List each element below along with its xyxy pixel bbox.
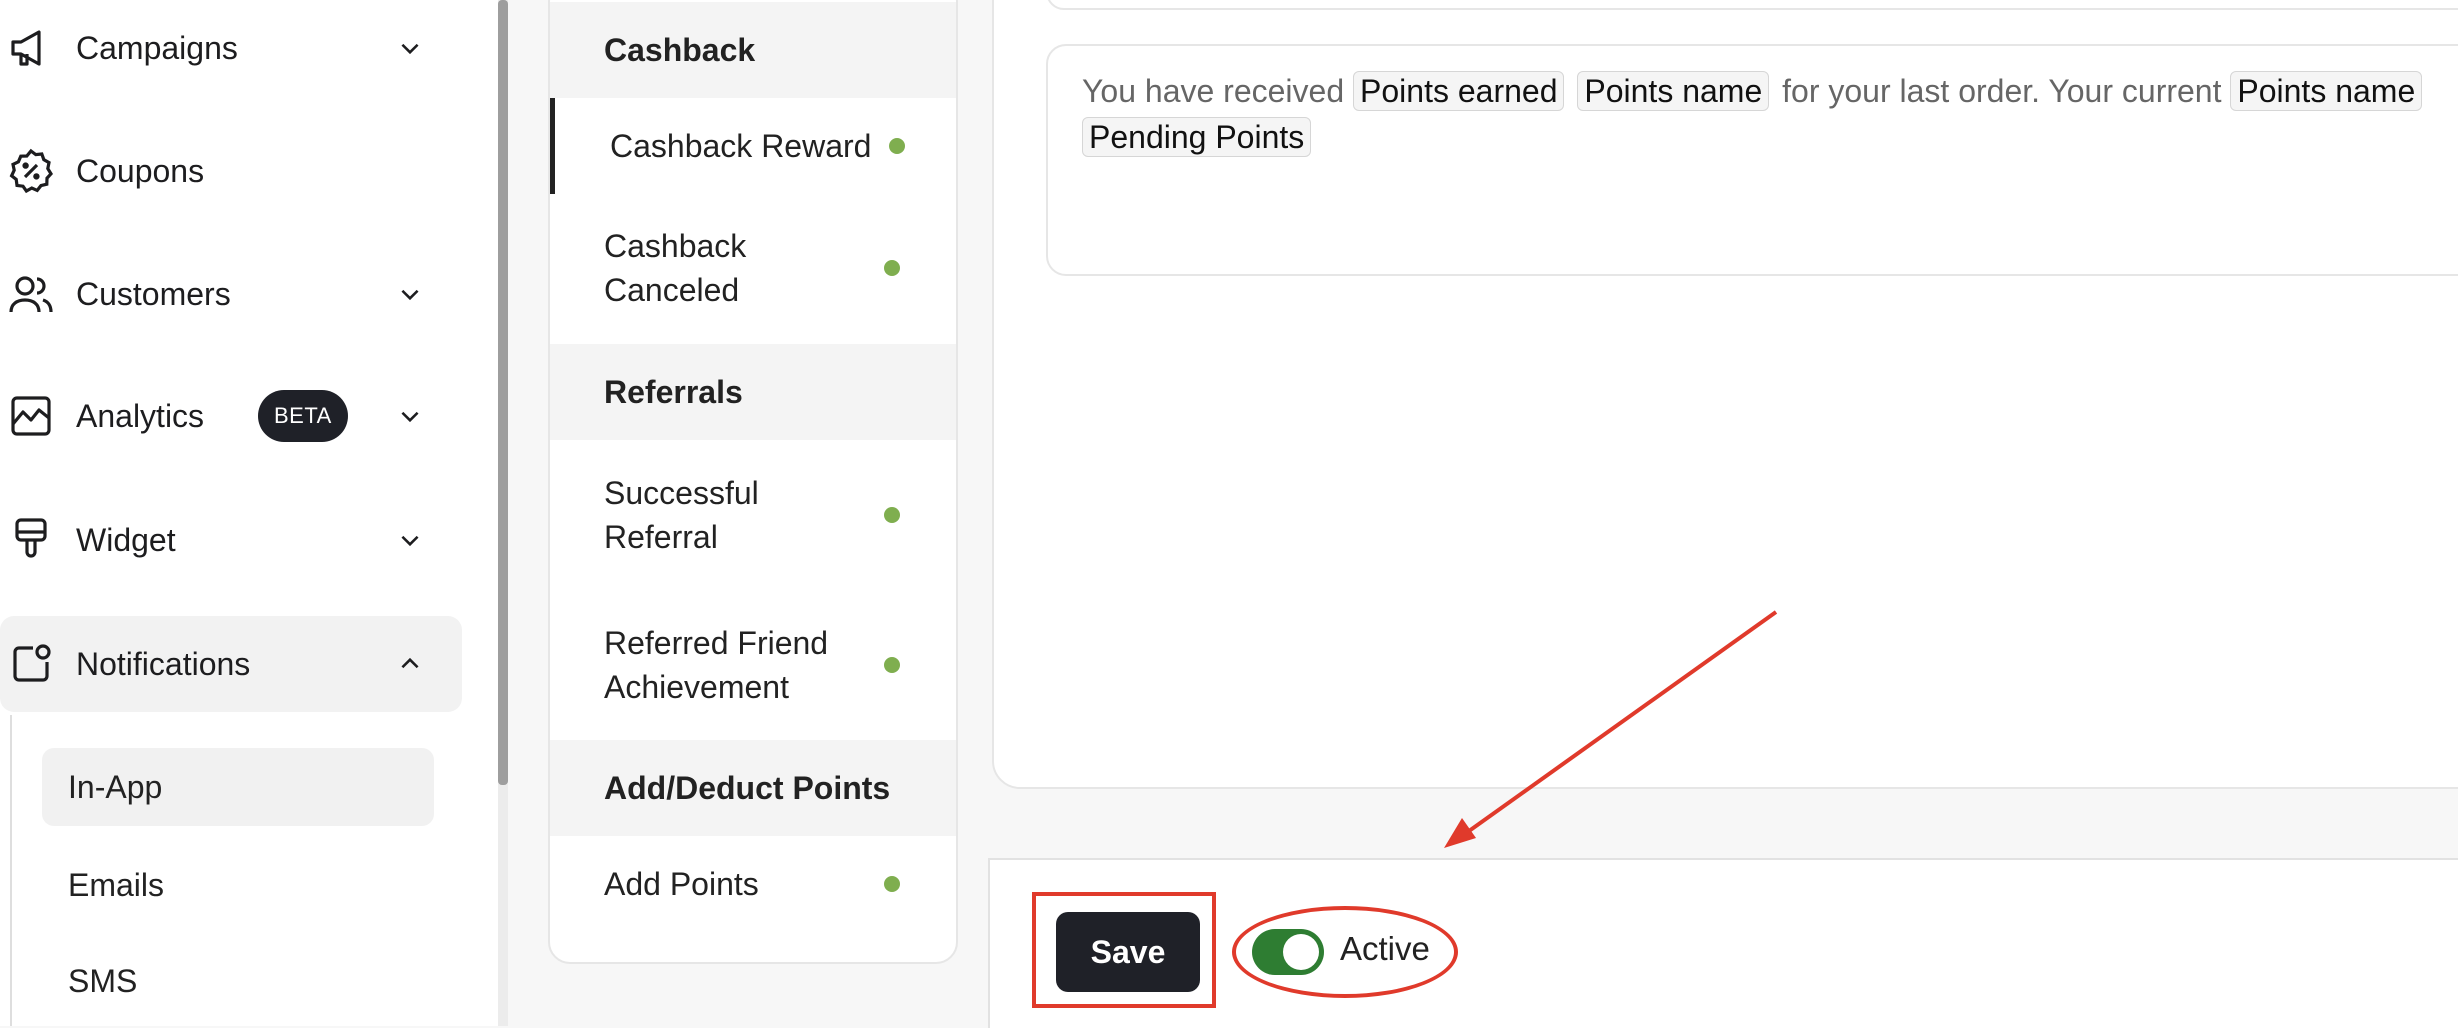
template-successful-referral[interactable]: Successful Referral	[550, 440, 956, 590]
group-header-label: Add/Deduct Points	[604, 769, 891, 806]
template-label: Add Points	[604, 866, 759, 902]
message-text: You have received	[1082, 73, 1345, 109]
sidebar-item-notifications[interactable]: Notifications	[0, 616, 462, 712]
notification-template-list: Cashback Cashback Reward Cashback Cancel…	[548, 0, 958, 964]
chevron-down-icon[interactable]	[390, 520, 430, 560]
variable-chip[interactable]: Points name	[2230, 71, 2423, 111]
status-dot	[884, 507, 900, 523]
status-dot	[884, 657, 900, 673]
group-header-label: Referrals	[604, 373, 743, 410]
variable-chip[interactable]: Points name	[1577, 71, 1770, 111]
sidebar-subitem-emails[interactable]: Emails	[42, 846, 434, 924]
message-content[interactable]: You have received Points earned Points n…	[1082, 68, 2458, 160]
group-header-add-deduct-points: Add/Deduct Points	[550, 740, 956, 836]
notification-icon	[6, 639, 56, 689]
sidebar-subitem-label: SMS	[68, 962, 138, 999]
group-header-label: Cashback	[604, 31, 756, 68]
status-dot	[889, 138, 905, 154]
variable-chip[interactable]: Points earned	[1353, 71, 1565, 111]
sidebar-item-label: Analytics	[76, 397, 205, 434]
template-cashback-reward[interactable]: Cashback Reward	[550, 98, 956, 194]
chart-icon	[6, 391, 56, 441]
chevron-up-icon[interactable]	[390, 644, 430, 684]
template-label: Cashback Reward	[610, 128, 872, 164]
template-add-points[interactable]: Add Points	[550, 836, 956, 932]
active-highlight-ellipse	[1232, 906, 1458, 998]
status-dot	[884, 260, 900, 276]
sidebar-item-campaigns[interactable]: Campaigns	[0, 0, 460, 96]
template-label: Successful Referral	[604, 475, 759, 555]
template-cashback-canceled[interactable]: Cashback Canceled	[550, 194, 956, 342]
group-header-cashback: Cashback	[550, 2, 956, 98]
sidebar: Campaigns Coupons Customers Analytics BE…	[0, 0, 498, 1026]
sidebar-subitem-sms[interactable]: SMS	[42, 942, 434, 1020]
megaphone-icon	[6, 23, 56, 73]
sidebar-item-widget[interactable]: Widget	[0, 492, 460, 588]
template-label: Referred Friend Achievement	[604, 625, 829, 705]
sidebar-subitem-in-app[interactable]: In-App	[42, 748, 434, 826]
beta-badge: BETA	[258, 390, 348, 442]
variable-chip[interactable]: Pending Points	[1082, 117, 1312, 157]
subject-field[interactable]	[1046, 0, 2458, 10]
sidebar-item-label: Customers	[76, 275, 231, 312]
status-dot	[884, 876, 900, 892]
sidebar-subitem-label: Emails	[68, 866, 165, 903]
coupon-percent-icon	[6, 146, 56, 196]
sidebar-item-label: Coupons	[76, 152, 205, 189]
chevron-down-icon[interactable]	[390, 274, 430, 314]
users-icon	[6, 269, 56, 319]
sidebar-item-customers[interactable]: Customers	[0, 246, 460, 342]
sidebar-item-label: Widget	[76, 521, 176, 558]
chevron-down-icon[interactable]	[390, 28, 430, 68]
sidebar-subitem-label: In-App	[68, 768, 163, 805]
save-highlight-box	[1032, 892, 1216, 1008]
chevron-down-icon[interactable]	[390, 396, 430, 436]
paint-brush-icon	[6, 515, 56, 565]
template-referred-friend-achievement[interactable]: Referred Friend Achievement	[550, 590, 956, 740]
message-text: for your last order. Your current	[1782, 73, 2222, 109]
template-label: Cashback Canceled	[604, 228, 747, 308]
sidebar-scrollbar[interactable]	[498, 0, 508, 785]
sidebar-item-label: Notifications	[76, 645, 251, 682]
sidebar-item-label: Campaigns	[76, 29, 238, 66]
sidebar-item-coupons[interactable]: Coupons	[0, 123, 460, 219]
submenu-guide-line	[10, 715, 12, 1026]
sidebar-item-analytics[interactable]: Analytics BETA	[0, 368, 460, 464]
group-header-referrals: Referrals	[550, 344, 956, 440]
